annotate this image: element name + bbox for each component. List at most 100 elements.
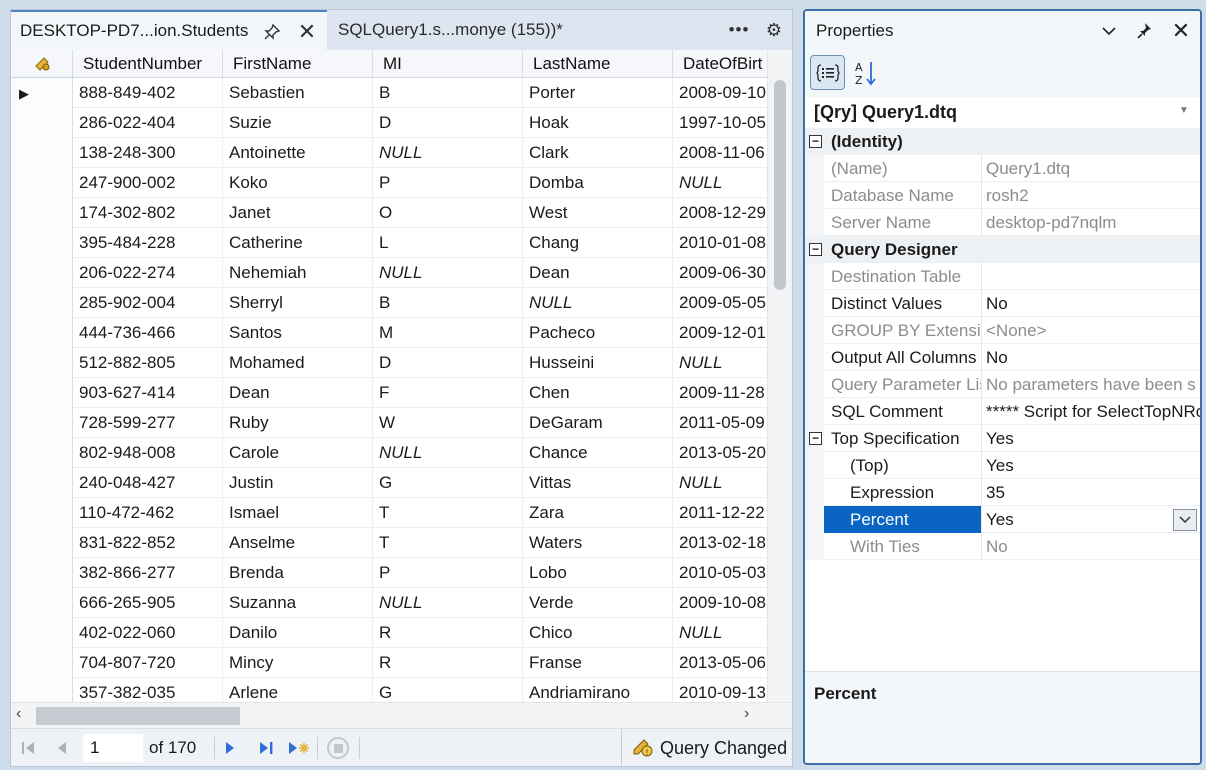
property-row[interactable]: GROUP BY Extension<None> — [805, 317, 1200, 344]
table-cell[interactable]: 802-948-008 — [73, 438, 223, 468]
previous-page-icon[interactable] — [51, 735, 73, 761]
property-value[interactable]: No — [982, 344, 1200, 371]
table-cell[interactable]: Mincy — [223, 648, 373, 678]
row-selector[interactable] — [11, 228, 73, 258]
property-row[interactable]: (Name) Query1.dtq — [805, 155, 1200, 182]
next-page-icon[interactable] — [219, 735, 241, 761]
table-cell[interactable]: Santos — [223, 318, 373, 348]
table-cell[interactable]: P — [373, 558, 523, 588]
row-selector[interactable] — [11, 258, 73, 288]
table-cell[interactable]: M — [373, 318, 523, 348]
table-cell[interactable]: D — [373, 108, 523, 138]
table-cell[interactable]: Antoinette — [223, 138, 373, 168]
table-cell[interactable]: Husseini — [523, 348, 673, 378]
property-row[interactable]: Output All Columns No — [805, 344, 1200, 371]
table-cell[interactable]: 285-902-004 — [73, 288, 223, 318]
chevron-down-icon[interactable] — [1173, 509, 1197, 531]
table-cell[interactable]: Ismael — [223, 498, 373, 528]
row-selector[interactable] — [11, 588, 73, 618]
property-value[interactable]: 35 — [982, 479, 1200, 506]
table-cell[interactable]: Chen — [523, 378, 673, 408]
table-cell[interactable]: G — [373, 678, 523, 702]
chevron-right-icon[interactable]: › — [744, 705, 749, 723]
table-cell[interactable]: NULL — [673, 468, 767, 498]
table-cell[interactable]: Suzie — [223, 108, 373, 138]
table-row[interactable]: 110-472-462 Ismael T Zara 2011-12-22 — [11, 498, 767, 528]
gear-icon[interactable]: ⚙ — [763, 19, 785, 41]
more-icon[interactable]: ••• — [728, 19, 750, 41]
chevron-left-icon[interactable]: ‹ — [16, 705, 21, 723]
table-cell[interactable]: Koko — [223, 168, 373, 198]
close-icon[interactable]: ✕ — [1169, 18, 1193, 43]
property-value[interactable] — [982, 263, 1200, 290]
property-value[interactable]: Yes — [982, 506, 1200, 533]
property-row[interactable]: With Ties No — [805, 533, 1200, 560]
table-cell[interactable]: 444-736-466 — [73, 318, 223, 348]
table-cell[interactable]: Verde — [523, 588, 673, 618]
stop-query-icon[interactable] — [325, 735, 351, 761]
table-cell[interactable]: 395-484-228 — [73, 228, 223, 258]
row-selector[interactable] — [11, 348, 73, 378]
dropdown-arrow-icon[interactable]: ▼ — [1179, 105, 1189, 116]
table-cell[interactable]: 110-472-462 — [73, 498, 223, 528]
row-selector[interactable] — [11, 678, 73, 702]
property-value[interactable]: Yes — [982, 452, 1200, 479]
table-cell[interactable]: Porter — [523, 78, 673, 108]
table-cell[interactable]: Clark — [523, 138, 673, 168]
horizontal-scroll-thumb[interactable] — [36, 707, 240, 725]
sort-alpha-icon[interactable]: AZ — [851, 55, 881, 90]
table-cell[interactable]: L — [373, 228, 523, 258]
table-cell[interactable]: Anselme — [223, 528, 373, 558]
table-cell[interactable]: NULL — [523, 288, 673, 318]
property-row[interactable]: Query Parameter List No parameters have b… — [805, 371, 1200, 398]
table-cell[interactable]: Dean — [223, 378, 373, 408]
table-row[interactable]: 138-248-300 Antoinette NULL Clark 2008-11-06 — [11, 138, 767, 168]
property-row[interactable]: SQL Comment***** Script for SelectTopNRo… — [805, 398, 1200, 425]
row-selector[interactable] — [11, 558, 73, 588]
table-row[interactable]: 286-022-404 Suzie D Hoak 1997-10-05 — [11, 108, 767, 138]
row-selector[interactable] — [11, 498, 73, 528]
table-cell[interactable]: Danilo — [223, 618, 373, 648]
property-category[interactable]: − Query Designer — [805, 236, 1200, 263]
table-cell[interactable]: R — [373, 648, 523, 678]
table-cell[interactable]: 903-627-414 — [73, 378, 223, 408]
property-row[interactable]: Expression 35 — [805, 479, 1200, 506]
table-cell[interactable]: 2010-05-03 — [673, 558, 767, 588]
column-header-lastname[interactable]: LastName — [523, 50, 673, 77]
table-cell[interactable]: Arlene — [223, 678, 373, 702]
property-value[interactable]: No — [982, 290, 1200, 317]
collapse-icon[interactable]: − — [809, 432, 822, 445]
table-row[interactable]: 285-902-004 Sherryl B NULL 2009-05-05 — [11, 288, 767, 318]
table-cell[interactable]: NULL — [373, 438, 523, 468]
table-cell[interactable]: Sherryl — [223, 288, 373, 318]
table-cell[interactable]: Dean — [523, 258, 673, 288]
table-cell[interactable]: 2009-10-08 — [673, 588, 767, 618]
table-cell[interactable]: Nehemiah — [223, 258, 373, 288]
table-row[interactable]: 357-382-035 Arlene G Andriamirano 2010-09-13 — [11, 678, 767, 702]
table-cell[interactable]: 2013-05-20 — [673, 438, 767, 468]
row-selector[interactable] — [11, 168, 73, 198]
table-row[interactable]: 395-484-228 Catherine L Chang 2010-01-08 — [11, 228, 767, 258]
property-row[interactable]: Server Name desktop-pd7nqlm — [805, 209, 1200, 236]
table-cell[interactable]: 174-302-802 — [73, 198, 223, 228]
table-row[interactable]: 402-022-060 Danilo R Chico NULL — [11, 618, 767, 648]
table-row[interactable]: 240-048-427 Justin G Vittas NULL — [11, 468, 767, 498]
table-cell[interactable]: 240-048-427 — [73, 468, 223, 498]
table-cell[interactable]: Hoak — [523, 108, 673, 138]
table-row[interactable]: ▶ 888-849-402 Sebastien B Porter 2008-09-10 — [11, 78, 767, 108]
table-row[interactable]: 704-807-720 Mincy R Franse 2013-05-06 — [11, 648, 767, 678]
table-row[interactable]: 802-948-008 Carole NULL Chance 2013-05-20 — [11, 438, 767, 468]
table-row[interactable]: 444-736-466 Santos M Pacheco 2009-12-01 — [11, 318, 767, 348]
table-row[interactable]: 728-599-277 Ruby W DeGaram 2011-05-09 — [11, 408, 767, 438]
table-cell[interactable]: Zara — [523, 498, 673, 528]
table-cell[interactable]: 728-599-277 — [73, 408, 223, 438]
table-cell[interactable]: NULL — [673, 348, 767, 378]
table-cell[interactable]: 286-022-404 — [73, 108, 223, 138]
row-selector[interactable] — [11, 108, 73, 138]
table-cell[interactable]: T — [373, 498, 523, 528]
chevron-down-icon[interactable] — [1097, 19, 1121, 43]
table-cell[interactable]: 402-022-060 — [73, 618, 223, 648]
row-selector[interactable] — [11, 528, 73, 558]
collapse-icon[interactable]: − — [809, 243, 822, 256]
table-cell[interactable]: 704-807-720 — [73, 648, 223, 678]
